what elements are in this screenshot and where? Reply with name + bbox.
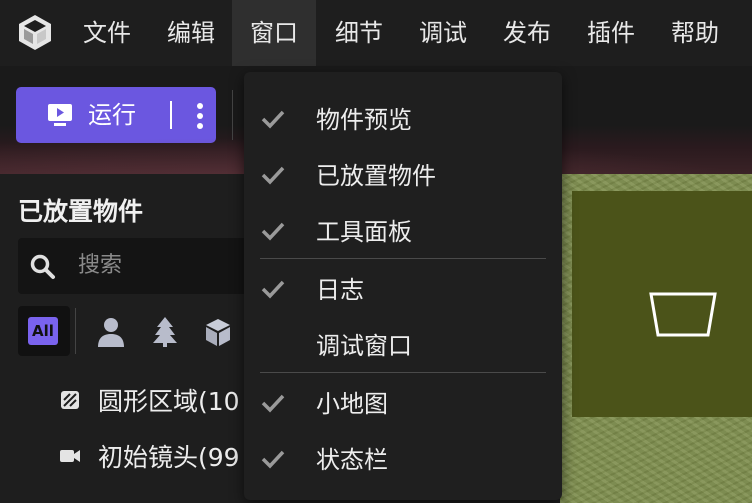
search-icon (30, 254, 55, 279)
run-more-icon[interactable] (190, 101, 210, 131)
list-item[interactable]: 初始镜头(99 (58, 436, 240, 476)
menu-item-label: 日志 (316, 276, 364, 304)
toolbar-divider (232, 90, 233, 140)
checkmark-icon (261, 394, 285, 413)
menu-item-label: 工具面板 (316, 218, 412, 246)
menu-separator (260, 372, 546, 373)
camera-icon (60, 450, 80, 462)
menu-item-object-preview[interactable]: 物件预览 (244, 92, 562, 148)
checkmark-icon (261, 450, 285, 469)
checkmark-icon (261, 166, 285, 185)
circle-area-icon (61, 391, 79, 409)
menu-item-label: 小地图 (316, 390, 388, 418)
menu-item-tool-panel[interactable]: 工具面板 (244, 204, 562, 260)
menu-plugins[interactable]: 插件 (574, 0, 648, 66)
filter-all-label: All (28, 317, 58, 345)
menu-debug[interactable]: 调试 (406, 0, 480, 66)
menu-window[interactable]: 窗口 (232, 0, 316, 66)
menu-item-label: 状态栏 (316, 446, 388, 474)
list-item[interactable]: 圆形区域(10 (58, 380, 240, 420)
panel-title: 已放置物件 (18, 197, 144, 226)
run-button[interactable]: 运行 (16, 87, 216, 143)
menu-publish[interactable]: 发布 (490, 0, 564, 66)
app-logo-cube-icon[interactable] (16, 13, 54, 51)
scene-viewport[interactable] (560, 174, 752, 503)
menu-item-label: 物件预览 (316, 106, 412, 134)
menu-file[interactable]: 文件 (70, 0, 144, 66)
menu-item-label: 已放置物件 (316, 162, 436, 190)
menu-item-placed-objects[interactable]: 已放置物件 (244, 148, 562, 204)
search-placeholder: 搜索 (78, 253, 123, 278)
list-item-label: 圆形区域(10 (98, 387, 240, 416)
menu-item-minimap[interactable]: 小地图 (244, 376, 562, 432)
menu-separator (260, 258, 546, 259)
menu-help[interactable]: 帮助 (658, 0, 732, 66)
cube-filter-icon[interactable] (203, 316, 233, 348)
menu-details[interactable]: 细节 (322, 0, 396, 66)
play-monitor-icon (48, 104, 72, 126)
menu-bar: 文件 编辑 窗口 细节 调试 发布 插件 帮助 (0, 0, 752, 66)
checkmark-icon (261, 222, 285, 241)
minimap[interactable] (572, 191, 752, 417)
person-filter-icon[interactable] (96, 316, 126, 348)
search-input[interactable]: 搜索 (18, 238, 258, 294)
menu-item-debug-window[interactable]: 调试窗口 (244, 318, 562, 374)
menu-edit[interactable]: 编辑 (154, 0, 228, 66)
menu-item-log[interactable]: 日志 (244, 262, 562, 318)
tree-filter-icon[interactable] (150, 316, 180, 348)
filter-divider (75, 308, 76, 354)
run-divider (170, 101, 172, 129)
filter-all-button[interactable]: All (18, 306, 70, 356)
window-menu-dropdown: 物件预览 已放置物件 工具面板 日志 调试窗口 小地图 状态栏 (244, 72, 562, 500)
menu-item-label: 调试窗口 (316, 332, 412, 360)
camera-frustum-icon (649, 292, 717, 337)
menu-item-status-bar[interactable]: 状态栏 (244, 432, 562, 488)
list-item-label: 初始镜头(99 (98, 443, 240, 472)
checkmark-icon (261, 280, 285, 299)
run-label: 运行 (88, 101, 136, 129)
checkmark-icon (261, 110, 285, 129)
